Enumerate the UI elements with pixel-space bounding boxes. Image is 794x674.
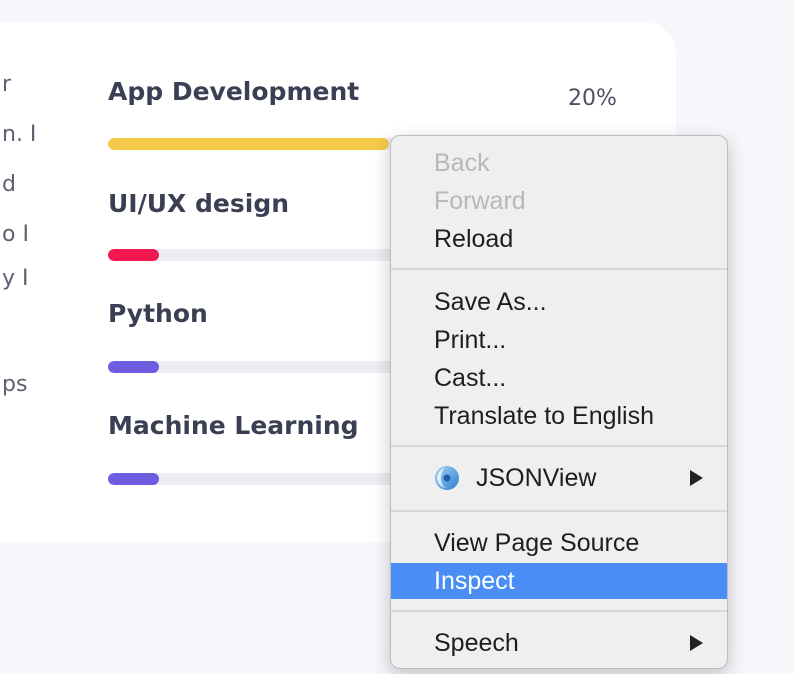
skill-progress-fill — [108, 473, 160, 485]
menu-item-label: JSONView — [476, 464, 597, 492]
skill-percent: 20% — [568, 86, 617, 111]
submenu-arrow-icon — [690, 635, 703, 651]
menu-separator — [391, 268, 727, 270]
skill-progress-fill — [108, 138, 389, 150]
submenu-arrow-icon — [690, 470, 703, 486]
menu-item-forward: Forward — [434, 187, 526, 215]
menu-separator — [391, 510, 727, 512]
menu-separator — [391, 445, 727, 447]
menu-item-print[interactable]: Print... — [391, 322, 727, 358]
left-text-line: d — [2, 172, 16, 197]
context-menu: Back Forward Reload Save As... Print... … — [390, 135, 728, 669]
skill-title: UI/UX design — [108, 189, 290, 218]
jsonview-logo-icon — [435, 466, 459, 490]
skill-progress-fill — [108, 249, 160, 261]
skill-title: Machine Learning — [108, 411, 359, 440]
menu-item-view-page-source[interactable]: View Page Source — [391, 525, 727, 561]
menu-item-translate[interactable]: Translate to English — [391, 398, 727, 434]
menu-separator — [391, 610, 727, 612]
left-text-line: y I — [2, 266, 29, 291]
skill-title: App Development — [108, 77, 360, 106]
skill-progress-fill — [108, 361, 160, 373]
left-text-line: o I — [2, 222, 29, 247]
menu-item-save-as[interactable]: Save As... — [391, 284, 727, 320]
menu-item-jsonview[interactable]: JSONView — [391, 460, 727, 496]
left-text-line: n. I — [2, 122, 37, 147]
left-text-line: r — [2, 72, 12, 97]
menu-item-inspect[interactable]: Inspect — [391, 563, 727, 599]
menu-item-cast[interactable]: Cast... — [391, 360, 727, 396]
menu-item-back: Back — [434, 149, 490, 177]
menu-item-label: Speech — [434, 629, 519, 657]
skill-title: Python — [108, 299, 208, 328]
menu-item-reload[interactable]: Reload — [391, 221, 727, 257]
left-text-line: ps — [2, 372, 28, 397]
menu-item-speech[interactable]: Speech — [391, 625, 727, 661]
